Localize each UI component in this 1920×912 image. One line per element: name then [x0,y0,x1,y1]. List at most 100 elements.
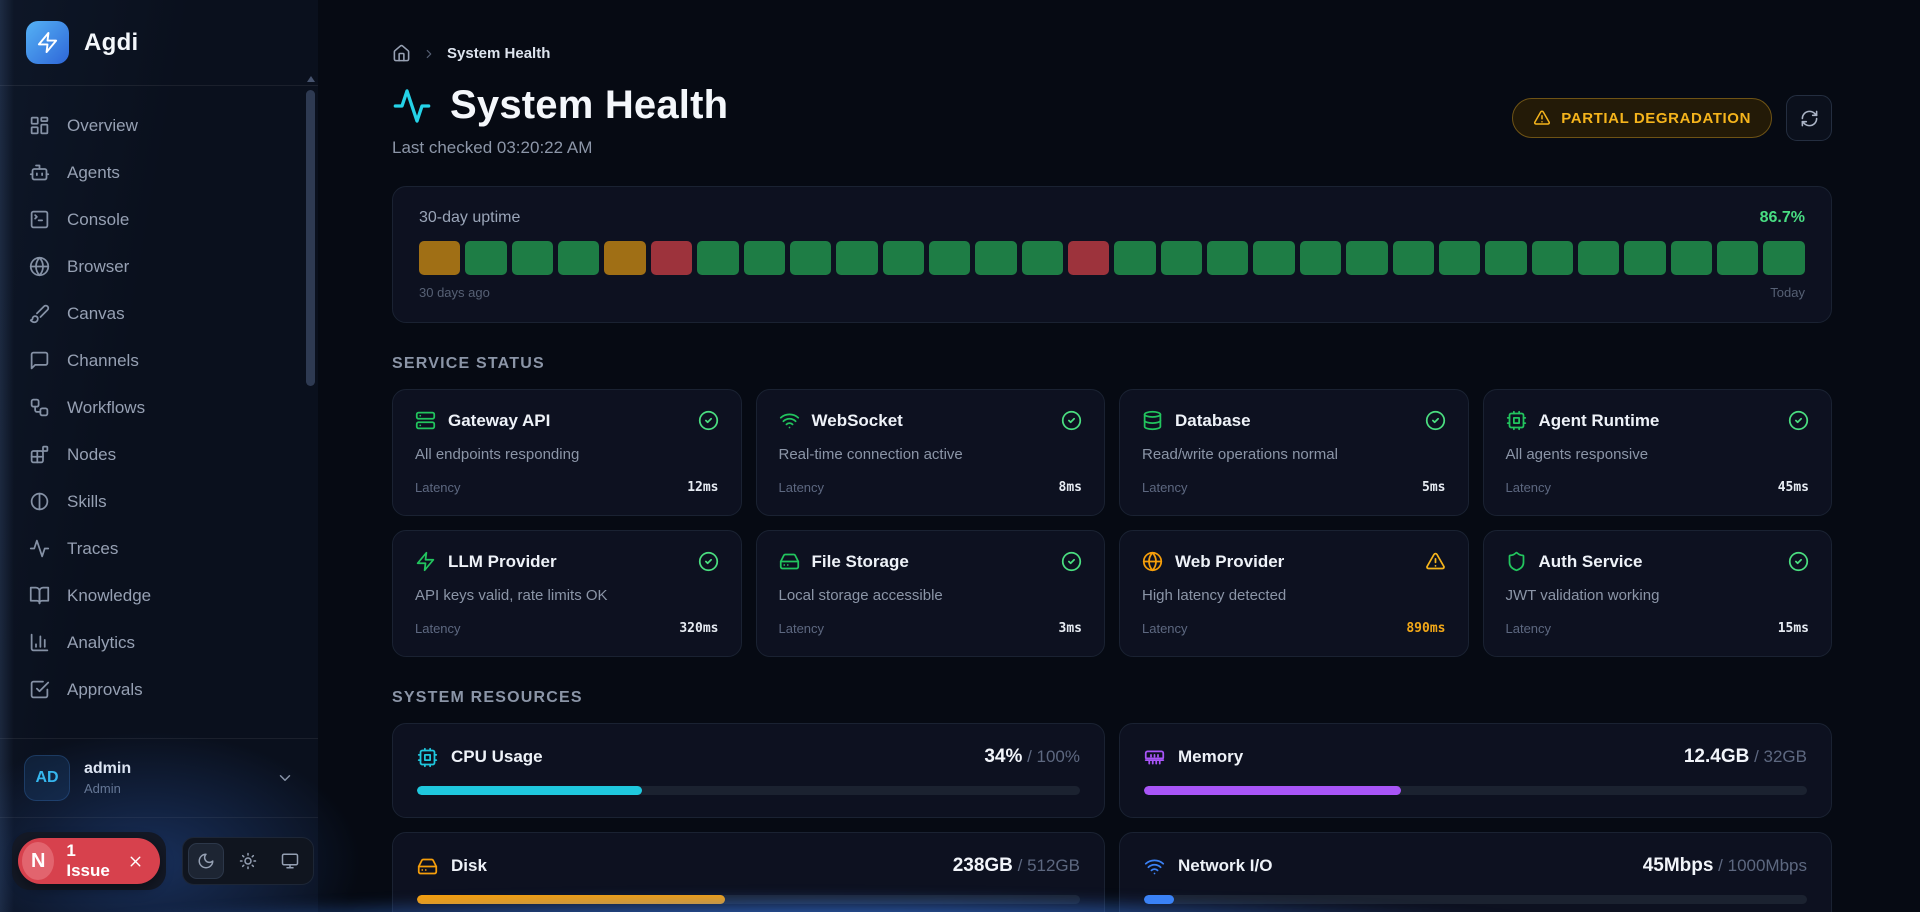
sidebar-item-overview[interactable]: Overview [12,102,306,149]
sidebar-nav: Overview Agents Console Browser Canvas C… [0,86,318,738]
warning-triangle-icon [1425,551,1446,572]
monitor-icon [281,852,299,870]
server-icon [415,410,436,431]
uptime-day-block [1671,241,1712,275]
brush-icon [29,303,50,324]
latency-label: Latency [779,480,825,495]
sidebar-item-label: Canvas [67,304,125,324]
theme-switcher [182,837,314,885]
sidebar-item-traces[interactable]: Traces [12,525,306,572]
zap-icon [415,551,436,572]
chevron-down-icon[interactable] [276,769,294,787]
user-menu[interactable]: AD admin Admin [0,738,318,817]
resource-total: 1000Mbps [1728,856,1807,875]
issues-button[interactable]: N 1 Issue [18,838,160,884]
memory-icon [1144,747,1165,768]
sidebar-item-label: Traces [67,539,118,559]
uptime-day-block [1578,241,1619,275]
sidebar-item-label: Channels [67,351,139,371]
uptime-day-block [1763,241,1804,275]
sidebar-item-label: Nodes [67,445,116,465]
home-icon[interactable] [392,44,411,63]
moon-icon [197,852,215,870]
service-name: Auth Service [1539,552,1777,572]
nodes-icon [29,444,50,465]
sidebar-item-agents[interactable]: Agents [12,149,306,196]
app-logo-icon [26,21,69,64]
harddrive-icon [417,856,438,877]
sidebar-scrollbar[interactable] [306,90,315,386]
progress-fill [417,786,642,795]
resource-total: 32GB [1764,747,1807,766]
warning-icon [1533,109,1551,127]
sidebar-item-approvals[interactable]: Approvals [12,666,306,713]
chart-icon [29,632,50,653]
shield-icon [1506,551,1527,572]
sidebar-item-browser[interactable]: Browser [12,243,306,290]
uptime-day-block [1253,241,1294,275]
activity-icon [29,538,50,559]
resource-value: 45Mbps [1643,855,1714,876]
progress-track [417,895,1080,904]
status-badge-label: PARTIAL DEGRADATION [1561,110,1751,127]
sidebar-item-workflows[interactable]: Workflows [12,384,306,431]
check-circle-icon [1425,410,1446,431]
resource-name: CPU Usage [451,747,971,767]
sidebar-item-knowledge[interactable]: Knowledge [12,572,306,619]
uptime-day-block [790,241,831,275]
resource-name: Network I/O [1178,856,1630,876]
app-logo: Agdi [0,0,318,86]
sidebar-item-label: Approvals [67,680,143,700]
globe-icon [29,256,50,277]
resource-separator: / [1013,856,1027,875]
sidebar-item-console[interactable]: Console [12,196,306,243]
resource-value: 12.4GB [1684,746,1749,767]
theme-monitor-button[interactable] [272,843,308,879]
service-description: All endpoints responding [415,446,719,463]
uptime-day-block [1068,241,1109,275]
resource-value: 34% [984,746,1022,767]
latency-value: 8ms [1059,480,1082,495]
sidebar-item-label: Knowledge [67,586,151,606]
resource-card: Disk 238GB / 512GB [392,832,1105,912]
service-description: Read/write operations normal [1142,446,1446,463]
wifi-icon [779,410,800,431]
sidebar: Agdi Overview Agents Console Browser Can… [0,0,318,912]
sidebar-item-nodes[interactable]: Nodes [12,431,306,478]
progress-fill [1144,786,1401,795]
scrollbar-up-arrow[interactable] [307,76,315,82]
latency-value: 15ms [1778,621,1809,636]
latency-label: Latency [1506,621,1552,636]
resource-card: Network I/O 45Mbps / 1000Mbps [1119,832,1832,912]
issue-count-label: 1 Issue [66,841,115,881]
sidebar-item-canvas[interactable]: Canvas [12,290,306,337]
close-icon[interactable] [127,853,144,870]
resource-total: 100% [1037,747,1080,766]
cpu-icon [1506,410,1527,431]
chat-icon [29,350,50,371]
resource-grid: CPU Usage 34% / 100% Memory 12.4GB / 32G… [392,723,1832,912]
theme-moon-button[interactable] [188,843,224,879]
uptime-start-label: 30 days ago [419,285,490,300]
refresh-button[interactable] [1786,95,1832,141]
user-role: Admin [84,781,131,796]
uptime-day-block [604,241,645,275]
sidebar-item-skills[interactable]: Skills [12,478,306,525]
resource-name: Memory [1178,747,1671,767]
latency-label: Latency [1142,621,1188,636]
service-card: Agent Runtime All agents responsive Late… [1483,389,1833,516]
sidebar-item-analytics[interactable]: Analytics [12,619,306,666]
uptime-day-block [465,241,506,275]
theme-sun-button[interactable] [230,843,266,879]
database-icon [1142,410,1163,431]
sidebar-item-channels[interactable]: Channels [12,337,306,384]
main-content: System Health System Health Last checked… [318,0,1920,912]
check-square-icon [29,679,50,700]
check-circle-icon [1788,410,1809,431]
check-circle-icon [1061,410,1082,431]
uptime-day-block [883,241,924,275]
bot-icon [29,162,50,183]
service-card: Database Read/write operations normal La… [1119,389,1469,516]
latency-label: Latency [779,621,825,636]
sidebar-item-label: Workflows [67,398,145,418]
